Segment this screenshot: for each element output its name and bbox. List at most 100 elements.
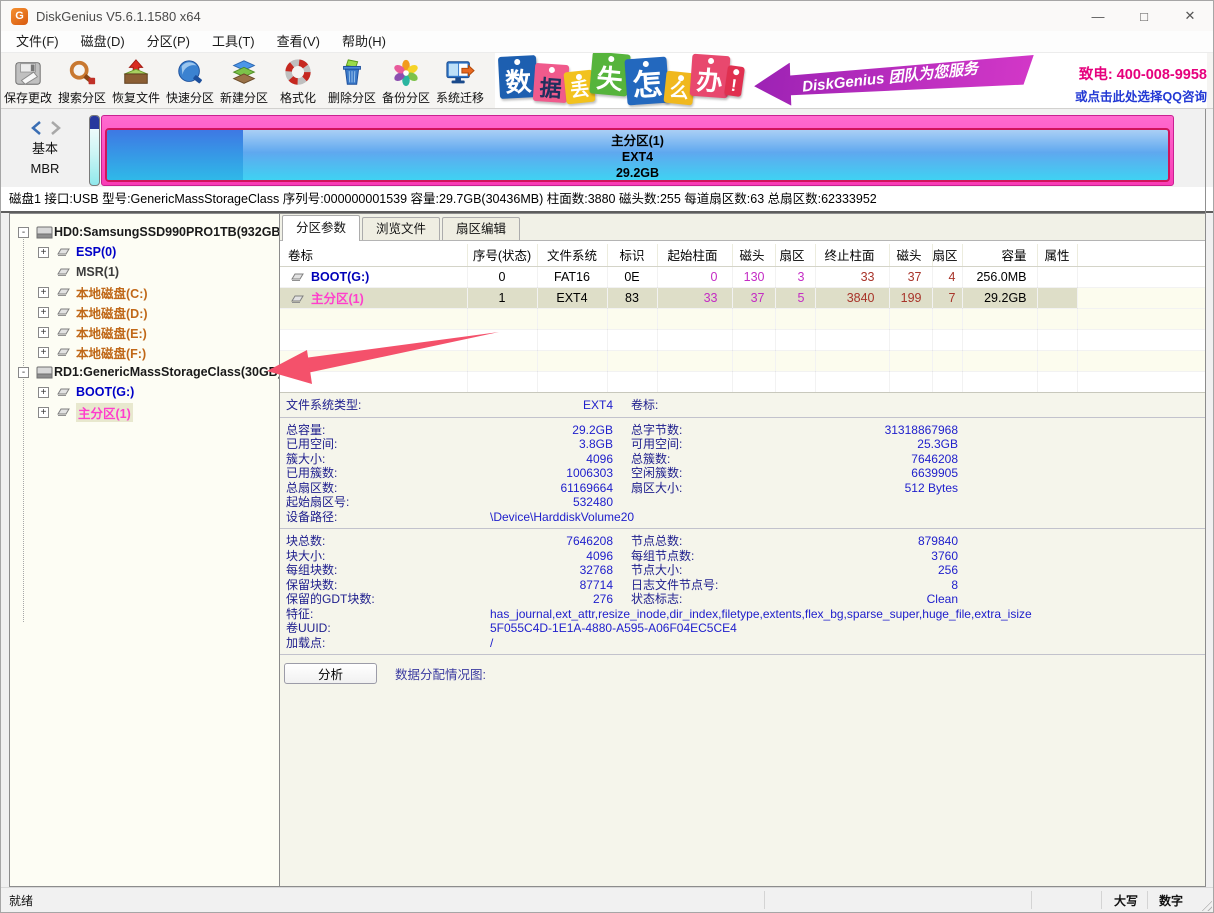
section-divider: [280, 528, 1205, 529]
format-button[interactable]: 格式化: [271, 53, 325, 109]
status-divider: [1031, 891, 1032, 909]
status-bar: 就绪 大写 数字: [1, 887, 1213, 912]
expander-icon[interactable]: +: [38, 327, 49, 338]
quick-partition-button[interactable]: 快速分区: [163, 53, 217, 109]
tree-item-disk-f[interactable]: + 本地磁盘(F:): [10, 342, 279, 362]
allocation-chart-label: 数据分配情况图:: [395, 664, 486, 683]
menu-partition[interactable]: 分区(P): [136, 31, 201, 53]
quick-partition-icon: [175, 58, 205, 88]
partition-table: 卷标序号(状态)文件系统 标识起始柱面磁头 扇区终止柱面磁头 扇区容量属性 BO…: [280, 244, 1205, 393]
frame-right-border: [1205, 109, 1206, 213]
expander-icon[interactable]: -: [18, 227, 29, 238]
backup-partition-button[interactable]: 备份分区: [379, 53, 433, 109]
table-header-row: 卷标序号(状态)文件系统 标识起始柱面磁头 扇区终止柱面磁头 扇区容量属性: [280, 244, 1205, 266]
analyze-button[interactable]: 分析: [284, 663, 377, 684]
main-area: - HD0:SamsungSSD990PRO1TB(932GB) + ESP(0…: [9, 213, 1206, 887]
save-changes-button[interactable]: 保存更改: [1, 53, 55, 109]
partition-icon: [56, 307, 71, 317]
banner-tile: 数: [498, 55, 538, 99]
menu-help[interactable]: 帮助(H): [331, 31, 397, 53]
gauge-used-segment: [90, 116, 99, 129]
status-divider: [1101, 891, 1102, 909]
search-icon: [67, 58, 97, 88]
new-partition-icon: [229, 58, 259, 88]
partition-icon: [56, 287, 71, 297]
disk-usage-gauge: [89, 115, 100, 186]
tree-item-primary-partition[interactable]: + 主分区(1): [10, 402, 279, 422]
tree-item-label: BOOT(G:): [76, 385, 134, 399]
tree-item-label: 本地磁盘(E:): [76, 323, 147, 342]
tree-item-disk-e[interactable]: + 本地磁盘(E:): [10, 322, 279, 342]
new-partition-button[interactable]: 新建分区: [217, 53, 271, 109]
expander-icon[interactable]: +: [38, 307, 49, 318]
content-panel: 分区参数 浏览文件 扇区编辑 卷标序号(状态)文件系统 标识起始柱面磁头 扇区终…: [280, 214, 1205, 886]
empty-row: [280, 371, 1205, 392]
disk-info-bar: 磁盘1 接口:USB 型号:GenericMassStorageClass 序列…: [1, 187, 1213, 213]
tree-item-msr[interactable]: MSR(1): [10, 262, 279, 282]
tree-item-hd0[interactable]: - HD0:SamsungSSD990PRO1TB(932GB): [10, 222, 279, 242]
partition-icon: [56, 267, 71, 277]
banner-phone: 致电: 400-008-9958: [1041, 63, 1207, 84]
disk-icon: [36, 366, 53, 379]
disk-scheme-label: 基本 MBR: [13, 139, 77, 179]
delete-partition-button[interactable]: 删除分区: [325, 53, 379, 109]
menu-disk[interactable]: 磁盘(D): [70, 31, 136, 53]
tree-item-disk-d[interactable]: + 本地磁盘(D:): [10, 302, 279, 322]
expander-icon[interactable]: +: [38, 407, 49, 418]
partition-icon: [56, 247, 71, 257]
system-migrate-button[interactable]: 系统迁移: [433, 53, 487, 109]
tree-item-rd1[interactable]: - RD1:GenericMassStorageClass(30GB): [10, 362, 279, 382]
tree-item-boot-g[interactable]: + BOOT(G:): [10, 382, 279, 402]
banner-contact: 致电: 400-008-9958 或点击此处选择QQ咨询: [1041, 63, 1207, 105]
tab-strip: 分区参数 浏览文件 扇区编辑: [280, 214, 1205, 241]
app-title: DiskGenius V5.6.1.1580 x64: [36, 9, 201, 24]
menu-tools[interactable]: 工具(T): [201, 31, 266, 53]
expander-icon[interactable]: +: [38, 347, 49, 358]
expander-icon[interactable]: +: [38, 387, 49, 398]
partition-icon: [56, 387, 71, 397]
banner-tiles: 数 据 丢 失 怎 么 办 !: [495, 53, 740, 99]
partition-icon: [56, 407, 71, 417]
maximize-button[interactable]: □: [1121, 1, 1167, 31]
tab-partition-params[interactable]: 分区参数: [282, 215, 360, 241]
tree-item-label: RD1:GenericMassStorageClass(30GB): [54, 365, 280, 379]
menu-view[interactable]: 查看(V): [266, 31, 331, 53]
expander-icon[interactable]: +: [38, 247, 49, 258]
partition-icon: [290, 294, 305, 304]
recover-files-button[interactable]: 恢复文件: [109, 53, 163, 109]
section-divider: [280, 654, 1205, 655]
menu-file[interactable]: 文件(F): [5, 31, 70, 53]
minimize-button[interactable]: —: [1075, 1, 1121, 31]
menu-bar: 文件(F) 磁盘(D) 分区(P) 工具(T) 查看(V) 帮助(H): [1, 31, 1213, 53]
table-row-boot[interactable]: BOOT(G:) 0FAT160E 01303 33374 256.0MB: [280, 266, 1205, 287]
diskgenius-window: G DiskGenius V5.6.1.1580 x64 — □ ✕ 文件(F)…: [0, 0, 1214, 913]
toolbar: 保存更改 搜索分区 恢复文件 快速分区 新建分区 格式化 删除分区 备份分区: [1, 53, 1213, 109]
tree-item-label: 本地磁盘(F:): [76, 343, 146, 362]
title-bar: G DiskGenius V5.6.1.1580 x64 — □ ✕: [1, 1, 1213, 31]
device-tree: - HD0:SamsungSSD990PRO1TB(932GB) + ESP(0…: [10, 214, 280, 886]
status-ready: 就绪: [9, 892, 33, 909]
tab-browse-files[interactable]: 浏览文件: [362, 217, 440, 240]
banner-qq-link[interactable]: 或点击此处选择QQ咨询: [1041, 86, 1207, 105]
expander-icon[interactable]: -: [18, 367, 29, 378]
tree-item-label: 本地磁盘(D:): [76, 303, 148, 322]
tab-sector-edit[interactable]: 扇区编辑: [442, 217, 520, 240]
banner-tile: !: [724, 65, 745, 97]
tree-item-label: ESP(0): [76, 245, 116, 259]
resize-grip[interactable]: [1199, 898, 1212, 911]
fs-type-section: 文件系统类型:EXT4卷标:: [280, 398, 1205, 413]
ext4-section: 块总数:7646208节点总数:879840 块大小:4096每组节点数:376…: [280, 534, 1205, 650]
partition-icon: [56, 327, 71, 337]
tree-item-esp[interactable]: + ESP(0): [10, 242, 279, 262]
next-disk-icon[interactable]: [48, 119, 63, 137]
search-partition-button[interactable]: 搜索分区: [55, 53, 109, 109]
empty-row: [280, 350, 1205, 371]
tree-item-disk-c[interactable]: + 本地磁盘(C:): [10, 282, 279, 302]
prev-disk-icon[interactable]: [29, 119, 44, 137]
partition-block[interactable]: 主分区(1) EXT4 29.2GB: [105, 128, 1170, 182]
table-row-primary-partition[interactable]: 主分区(1) 1EXT483 33375 38401997 29.2GB: [280, 287, 1205, 308]
delete-partition-icon: [337, 58, 367, 88]
recover-files-icon: [121, 58, 151, 88]
expander-icon[interactable]: +: [38, 287, 49, 298]
close-button[interactable]: ✕: [1167, 1, 1213, 31]
